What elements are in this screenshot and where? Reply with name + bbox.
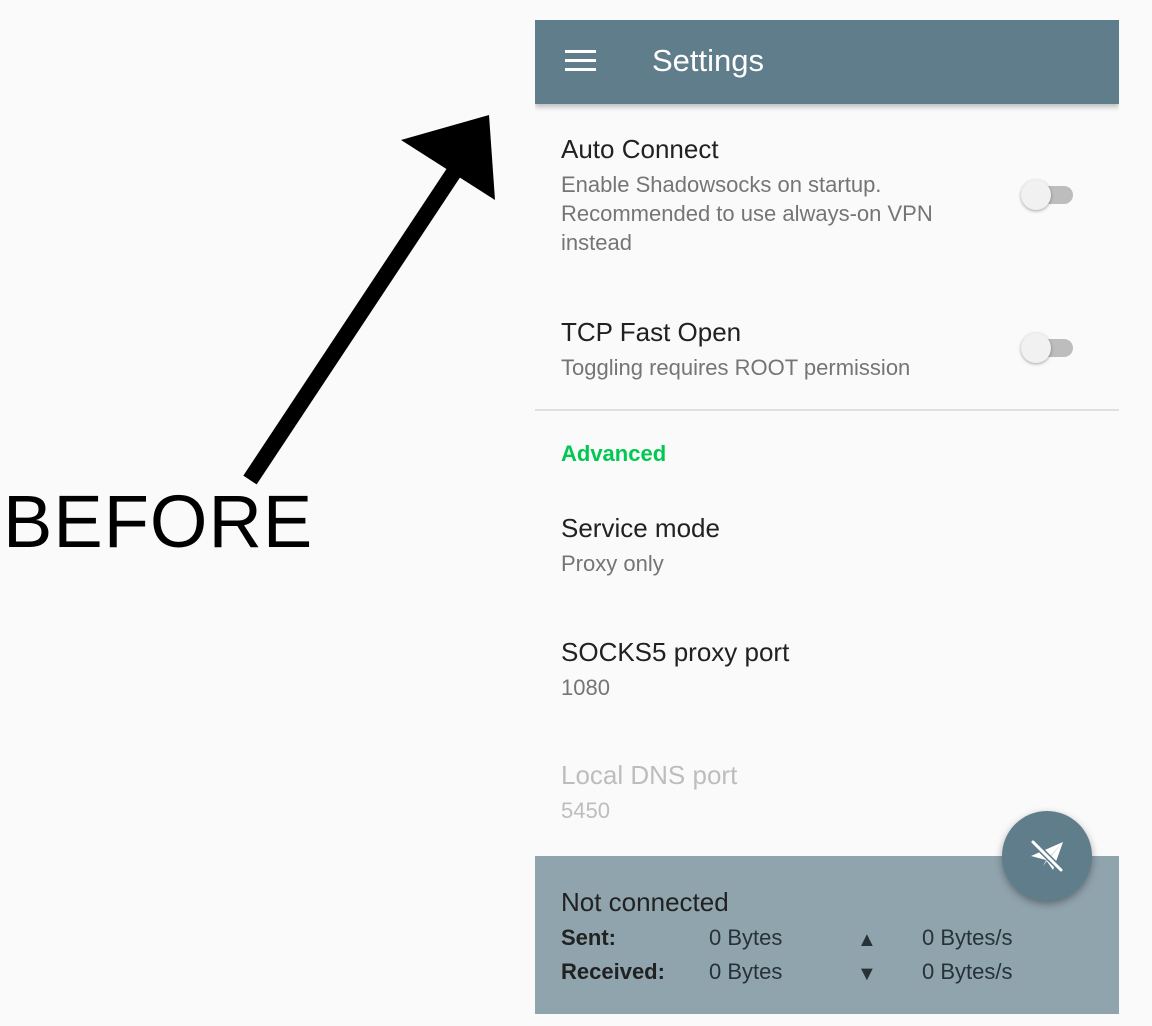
auto-connect-title: Auto Connect [561, 134, 719, 164]
tcp-fast-open-summary: Toggling requires ROOT permission [561, 355, 911, 380]
received-bytes: 0 Bytes [709, 959, 783, 984]
advanced-category-header: Advanced [561, 441, 667, 466]
switch-thumb [1021, 333, 1051, 363]
app-toolbar: Settings [535, 20, 1119, 104]
paper-plane-off-icon [1030, 839, 1064, 873]
tcp-fast-open-preference[interactable]: TCP Fast Open Toggling requires ROOT per… [561, 317, 1001, 382]
auto-connect-switch[interactable] [1021, 180, 1075, 210]
menu-icon[interactable] [565, 50, 597, 72]
received-label: Received: [561, 959, 665, 984]
local-dns-port-summary: 5450 [561, 798, 610, 823]
local-dns-port-title: Local DNS port [561, 760, 738, 790]
auto-connect-preference[interactable]: Auto Connect Enable Shadowsocks on start… [561, 134, 1001, 257]
service-mode-preference[interactable]: Service mode Proxy only [561, 513, 1001, 578]
auto-connect-summary: Enable Shadowsocks on startup. Recommend… [561, 172, 933, 255]
local-dns-port-preference: Local DNS port 5450 [561, 760, 1001, 825]
socks5-port-preference[interactable]: SOCKS5 proxy port 1080 [561, 637, 1001, 702]
sent-bytes: 0 Bytes [709, 925, 783, 950]
received-rate: 0 Bytes/s [922, 959, 1013, 984]
sent-label: Sent: [561, 925, 616, 950]
upload-arrow-icon: ▲ [857, 929, 877, 951]
socks5-port-title: SOCKS5 proxy port [561, 637, 790, 667]
switch-thumb [1021, 180, 1051, 210]
connect-fab[interactable] [1002, 811, 1092, 901]
service-mode-summary: Proxy only [561, 551, 664, 576]
category-divider [535, 409, 1119, 411]
sent-rate: 0 Bytes/s [922, 925, 1013, 950]
service-mode-title: Service mode [561, 513, 720, 543]
tcp-fast-open-title: TCP Fast Open [561, 317, 742, 347]
socks5-port-summary: 1080 [561, 675, 610, 700]
connection-status: Not connected [561, 887, 729, 917]
page-title: Settings [652, 43, 765, 78]
tcp-fast-open-switch[interactable] [1021, 333, 1075, 363]
before-label: BEFORE [3, 480, 314, 563]
download-arrow-icon: ▼ [857, 963, 877, 985]
settings-screen: Settings Auto Connect Enable Shadowsocks… [535, 20, 1119, 1014]
